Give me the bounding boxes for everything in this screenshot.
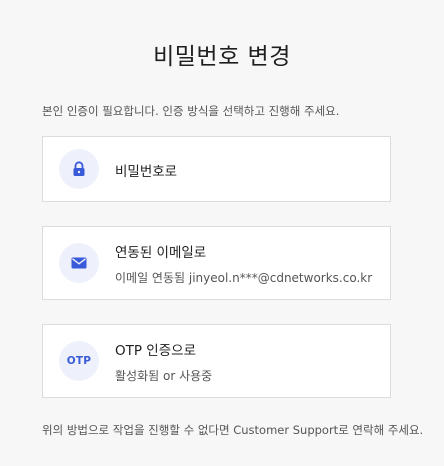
email-option-label: 연동된 이메일로 <box>115 245 207 261</box>
mail-icon-badge <box>59 243 99 283</box>
otp-icon-badge: OTP <box>59 341 99 381</box>
password-option-label: 비밀번호로 <box>115 164 178 180</box>
support-footer-text: 위의 방법으로 작업을 진행할 수 없다면 Customer Support로 … <box>42 423 424 437</box>
lock-icon-badge <box>59 149 99 189</box>
otp-status-detail: 활성화됨 or 사용중 <box>115 369 213 383</box>
otp-option-card[interactable]: OTP OTP 인증으로 활성화됨 or 사용중 <box>42 324 391 398</box>
linked-email-detail: 이메일 연동됨 jinyeol.n***@cdnetworks.co.kr <box>115 271 373 285</box>
mail-icon <box>71 257 87 269</box>
page-title: 비밀번호 변경 <box>153 44 291 70</box>
lock-icon <box>73 161 85 176</box>
otp-option-label: OTP 인증으로 <box>115 343 196 359</box>
intro-text: 본인 인증이 필요합니다. 인증 방식을 선택하고 진행해 주세요. <box>42 104 340 118</box>
otp-icon: OTP <box>66 355 92 367</box>
password-option-card[interactable]: 비밀번호로 <box>42 136 391 202</box>
email-option-card[interactable]: 연동된 이메일로 이메일 연동됨 jinyeol.n***@cdnetworks… <box>42 226 391 300</box>
